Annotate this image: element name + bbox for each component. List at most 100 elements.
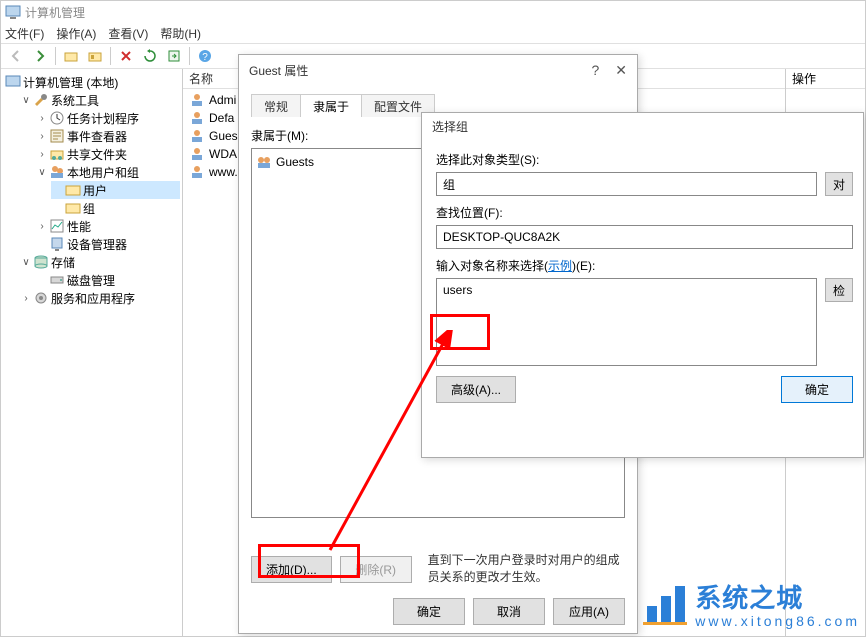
expand-icon[interactable]: › xyxy=(37,131,47,142)
tree-disk-management[interactable]: 磁盘管理 xyxy=(35,271,180,289)
watermark-text: 系统之城 xyxy=(695,583,803,613)
menu-action[interactable]: 操作(A) xyxy=(56,25,96,42)
properties-icon[interactable] xyxy=(84,45,106,67)
tree-performance[interactable]: › 性能 xyxy=(35,217,180,235)
menu-file[interactable]: 文件(F) xyxy=(5,25,44,42)
tree-task-scheduler[interactable]: › 任务计划程序 xyxy=(35,109,180,127)
disk-icon xyxy=(49,272,65,288)
object-type-label: 选择此对象类型(S): xyxy=(436,151,853,168)
collapse-icon[interactable]: ∨ xyxy=(21,95,31,106)
tree-label: 服务和应用程序 xyxy=(51,290,135,307)
folder-icon xyxy=(65,182,81,198)
names-label-pre: 输入对象名称来选择( xyxy=(436,259,548,273)
advanced-button[interactable]: 高级(A)... xyxy=(436,376,516,403)
object-types-button[interactable]: 对 xyxy=(825,172,853,196)
tree-label: 性能 xyxy=(67,218,91,235)
watermark-url: www.xitong86.com xyxy=(695,613,860,629)
actions-header: 操作 xyxy=(786,69,865,89)
tree-label: 系统工具 xyxy=(51,92,99,109)
tab-memberof[interactable]: 隶属于 xyxy=(300,94,362,117)
tree-event-viewer[interactable]: › 事件查看器 xyxy=(35,127,180,145)
collapse-icon[interactable]: ∨ xyxy=(37,167,47,178)
storage-icon xyxy=(33,254,49,270)
export-icon[interactable] xyxy=(163,45,185,67)
check-names-button[interactable]: 检 xyxy=(825,278,853,302)
dialog-title: 选择组 xyxy=(432,118,468,135)
tree-label: 本地用户和组 xyxy=(67,164,139,181)
names-label: 输入对象名称来选择(示例)(E): xyxy=(436,257,853,274)
apply-button[interactable]: 应用(A) xyxy=(553,598,625,625)
watermark: 系统之城 www.xitong86.com xyxy=(641,578,860,629)
window-title: 计算机管理 xyxy=(25,4,85,21)
remove-button[interactable]: 删除(R) xyxy=(340,556,412,583)
tree-shared-folders[interactable]: ›共享文件夹 xyxy=(35,145,180,163)
menu-view[interactable]: 查看(V) xyxy=(108,25,148,42)
tab-general[interactable]: 常规 xyxy=(251,94,301,117)
back-icon[interactable] xyxy=(5,45,27,67)
shared-icon xyxy=(49,146,65,162)
app-icon xyxy=(5,4,21,20)
tree-label: 事件查看器 xyxy=(67,128,127,145)
forward-icon[interactable] xyxy=(29,45,51,67)
tree-label: 存储 xyxy=(51,254,75,271)
location-field[interactable] xyxy=(436,225,853,249)
tree-root[interactable]: 计算机管理 (本地) xyxy=(3,73,180,91)
separator xyxy=(110,47,111,65)
users-groups-icon xyxy=(49,164,65,180)
dialog-title: Guest 属性 xyxy=(249,62,308,79)
ok-button[interactable]: 确定 xyxy=(393,598,465,625)
user-icon xyxy=(189,92,205,108)
close-icon[interactable]: ✕ xyxy=(615,62,627,79)
tree-label: 磁盘管理 xyxy=(67,272,115,289)
separator xyxy=(55,47,56,65)
tree-label: 用户 xyxy=(83,182,107,199)
delete-icon[interactable] xyxy=(115,45,137,67)
tree-users[interactable]: 用户 xyxy=(51,181,180,199)
tree-storage[interactable]: ∨ 存储 xyxy=(19,253,180,271)
computer-icon xyxy=(5,74,21,90)
refresh-icon[interactable] xyxy=(139,45,161,67)
properties-folder-icon[interactable] xyxy=(60,45,82,67)
menu-help[interactable]: 帮助(H) xyxy=(160,25,201,42)
tree-groups[interactable]: 组 xyxy=(51,199,180,217)
expand-icon[interactable]: › xyxy=(37,221,47,232)
location-label: 查找位置(F): xyxy=(436,204,853,221)
tree-system-tools[interactable]: ∨ 系统工具 xyxy=(19,91,180,109)
tree-device-manager[interactable]: 设备管理器 xyxy=(35,235,180,253)
object-type-field[interactable] xyxy=(436,172,817,196)
separator xyxy=(189,47,190,65)
tree-services[interactable]: › 服务和应用程序 xyxy=(19,289,180,307)
list-item-label: WDA xyxy=(209,147,237,161)
tree-local-users-groups[interactable]: ∨ 本地用户和组 xyxy=(35,163,180,181)
help-icon[interactable]: ? xyxy=(591,62,599,79)
perf-icon xyxy=(49,218,65,234)
tree-panel: 计算机管理 (本地) ∨ 系统工具 › 任务计划程序 › 事件查看器 xyxy=(1,69,183,636)
svg-text:?: ? xyxy=(202,52,208,63)
user-icon xyxy=(189,110,205,126)
cancel-button[interactable]: 取消 xyxy=(473,598,545,625)
expand-icon[interactable]: › xyxy=(21,293,31,304)
object-names-input[interactable]: users xyxy=(436,278,817,366)
tools-icon xyxy=(33,92,49,108)
dialog-title-bar: Guest 属性 ? ✕ xyxy=(239,55,637,85)
tree-label: 设备管理器 xyxy=(67,236,127,253)
ok-button[interactable]: 确定 xyxy=(781,376,853,403)
help-icon[interactable]: ? xyxy=(194,45,216,67)
examples-link[interactable]: 示例 xyxy=(548,259,572,273)
collapse-icon[interactable]: ∨ xyxy=(21,257,31,268)
expand-icon[interactable]: › xyxy=(37,149,47,160)
title-bar: 计算机管理 xyxy=(1,1,865,23)
add-button[interactable]: 添加(D)... xyxy=(251,556,332,583)
clock-icon xyxy=(49,110,65,126)
services-icon xyxy=(33,290,49,306)
list-item-label: Admi xyxy=(209,93,236,107)
tree-label: 任务计划程序 xyxy=(67,110,139,127)
dialog-title-bar: 选择组 xyxy=(422,113,863,139)
expand-icon[interactable]: › xyxy=(37,113,47,124)
folder-icon xyxy=(65,200,81,216)
group-name: Guests xyxy=(276,155,314,169)
hint-text: 直到下一次用户登录时对用户的组成员关系的更改才生效。 xyxy=(428,552,625,586)
tree-label: 计算机管理 (本地) xyxy=(23,74,118,91)
user-icon xyxy=(189,146,205,162)
user-icon xyxy=(189,164,205,180)
